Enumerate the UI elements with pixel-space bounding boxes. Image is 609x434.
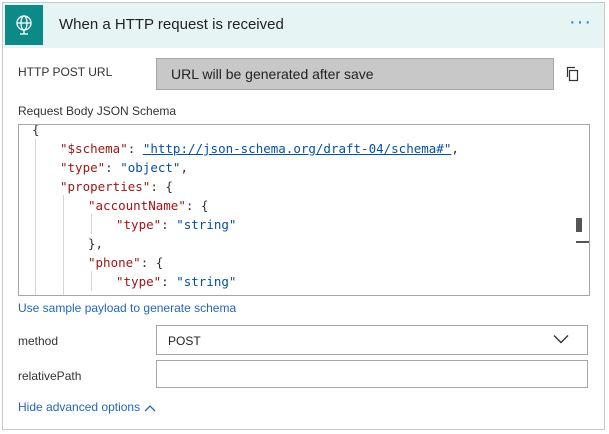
indent-guide bbox=[91, 271, 92, 291]
relative-path-label: relativePath bbox=[18, 369, 82, 383]
schema-label: Request Body JSON Schema bbox=[18, 104, 177, 118]
copy-icon[interactable] bbox=[565, 66, 581, 82]
code-line: "properties": { bbox=[60, 179, 173, 194]
card-header[interactable]: When a HTTP request is received ··· bbox=[3, 3, 604, 48]
indent-guide bbox=[91, 214, 92, 234]
scrollbar-thumb[interactable] bbox=[576, 218, 582, 232]
use-sample-payload-link[interactable]: Use sample payload to generate schema bbox=[18, 301, 236, 315]
code-line: { bbox=[32, 124, 40, 137]
http-post-url-label: HTTP POST URL bbox=[18, 65, 113, 79]
json-schema-editor[interactable]: { "$schema": "http://json-schema.org/dra… bbox=[18, 124, 590, 296]
code-line: }, bbox=[88, 293, 103, 295]
hide-advanced-options-toggle[interactable]: Hide advanced options bbox=[18, 400, 156, 414]
indent-guide bbox=[35, 139, 36, 295]
code-line: }, bbox=[88, 236, 104, 251]
scrollbar-marker bbox=[576, 241, 589, 243]
relative-path-input[interactable] bbox=[156, 360, 588, 388]
indent-guide bbox=[63, 195, 64, 295]
chevron-up-icon bbox=[144, 404, 156, 412]
method-select[interactable]: POST bbox=[156, 325, 588, 355]
code-line: "type": "string" bbox=[116, 217, 237, 232]
request-globe-icon bbox=[5, 5, 43, 45]
code-line: "phone": { bbox=[88, 255, 164, 270]
method-selected-value: POST bbox=[168, 334, 201, 348]
code-line: "accountName": { bbox=[88, 198, 209, 213]
code-line: "type": "string" bbox=[116, 274, 237, 289]
more-options-button[interactable]: ··· bbox=[569, 11, 592, 34]
card-title: When a HTTP request is received bbox=[59, 16, 284, 33]
http-post-url-field[interactable]: URL will be generated after save bbox=[156, 58, 554, 90]
hide-advanced-options-label: Hide advanced options bbox=[18, 400, 141, 414]
code-line: "type": "object", bbox=[60, 160, 188, 175]
code-line: "$schema": "http://json-schema.org/draft… bbox=[60, 141, 459, 156]
method-label: method bbox=[18, 334, 59, 348]
chevron-down-icon bbox=[553, 335, 569, 344]
trigger-card: When a HTTP request is received ··· HTTP… bbox=[2, 2, 605, 430]
